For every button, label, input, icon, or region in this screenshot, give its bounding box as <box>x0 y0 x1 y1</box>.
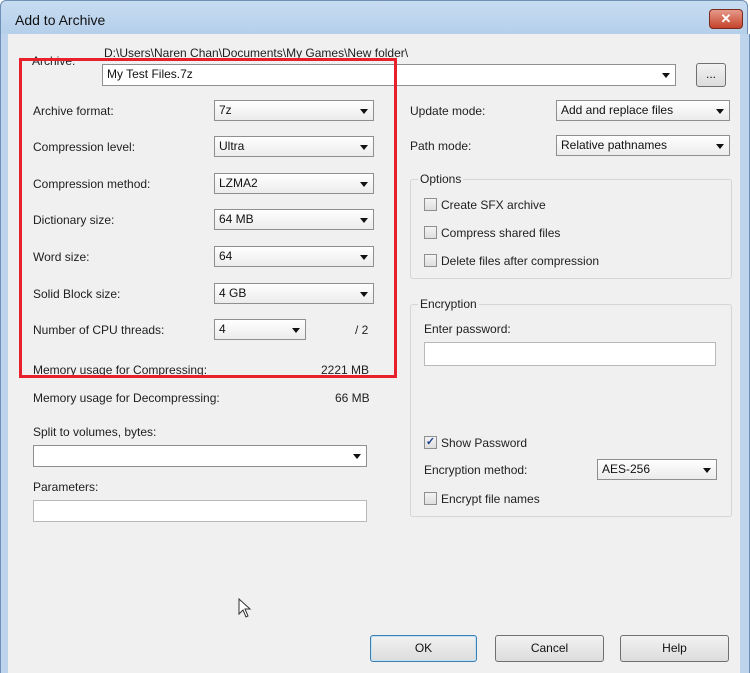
chevron-down-icon <box>353 454 361 459</box>
encrypt-names-label: Encrypt file names <box>441 492 540 506</box>
memory-decompress-value: 66 MB <box>335 391 370 405</box>
browse-button[interactable]: ... <box>696 63 726 87</box>
encryption-title: Encryption <box>418 297 479 311</box>
help-button[interactable]: Help <box>620 635 729 662</box>
delete-after-label: Delete files after compression <box>441 254 600 268</box>
password-input[interactable] <box>424 342 716 366</box>
update-mode-select[interactable]: Add and replace files <box>556 100 730 121</box>
ok-button[interactable]: OK <box>370 635 477 662</box>
chevron-down-icon <box>703 468 711 473</box>
mouse-cursor-icon <box>238 598 252 618</box>
encryption-method-select[interactable]: AES-256 <box>597 459 717 480</box>
window-frame-right <box>740 34 750 673</box>
compress-shared-label: Compress shared files <box>441 226 561 240</box>
create-sfx-checkbox[interactable] <box>424 198 437 211</box>
show-password-label: Show Password <box>441 436 528 450</box>
parameters-input[interactable] <box>33 500 367 522</box>
encryption-method-label: Encryption method: <box>424 463 528 477</box>
close-button[interactable]: ✕ <box>709 9 743 29</box>
options-title: Options <box>418 172 464 186</box>
delete-after-checkbox[interactable] <box>424 254 437 267</box>
close-icon: ✕ <box>720 11 732 26</box>
window-title: Add to Archive <box>15 12 106 28</box>
parameters-label: Parameters: <box>33 480 99 494</box>
update-mode-label: Update mode: <box>410 104 486 118</box>
update-mode-value: Add and replace files <box>561 103 674 117</box>
password-label: Enter password: <box>424 322 511 336</box>
show-password-checkbox[interactable]: ✓ <box>424 436 437 449</box>
path-mode-select[interactable]: Relative pathnames <box>556 135 730 156</box>
split-volumes-combo[interactable] <box>33 445 367 467</box>
encrypt-names-checkbox[interactable] <box>424 492 437 505</box>
compress-shared-checkbox[interactable] <box>424 226 437 239</box>
path-mode-label: Path mode: <box>410 139 472 153</box>
split-volumes-label: Split to volumes, bytes: <box>33 425 157 439</box>
title-bar: Add to Archive ✕ <box>0 0 748 34</box>
path-mode-value: Relative pathnames <box>561 138 668 152</box>
checkmark-icon: ✓ <box>425 436 436 448</box>
chevron-down-icon <box>662 73 670 78</box>
encryption-method-value: AES-256 <box>602 462 651 476</box>
cancel-button[interactable]: Cancel <box>495 635 604 662</box>
memory-decompress-label: Memory usage for Decompressing: <box>33 391 220 405</box>
chevron-down-icon <box>716 144 724 149</box>
highlight-box <box>19 58 397 378</box>
window-frame-left <box>0 34 8 673</box>
chevron-down-icon <box>716 109 724 114</box>
create-sfx-label: Create SFX archive <box>441 198 546 212</box>
